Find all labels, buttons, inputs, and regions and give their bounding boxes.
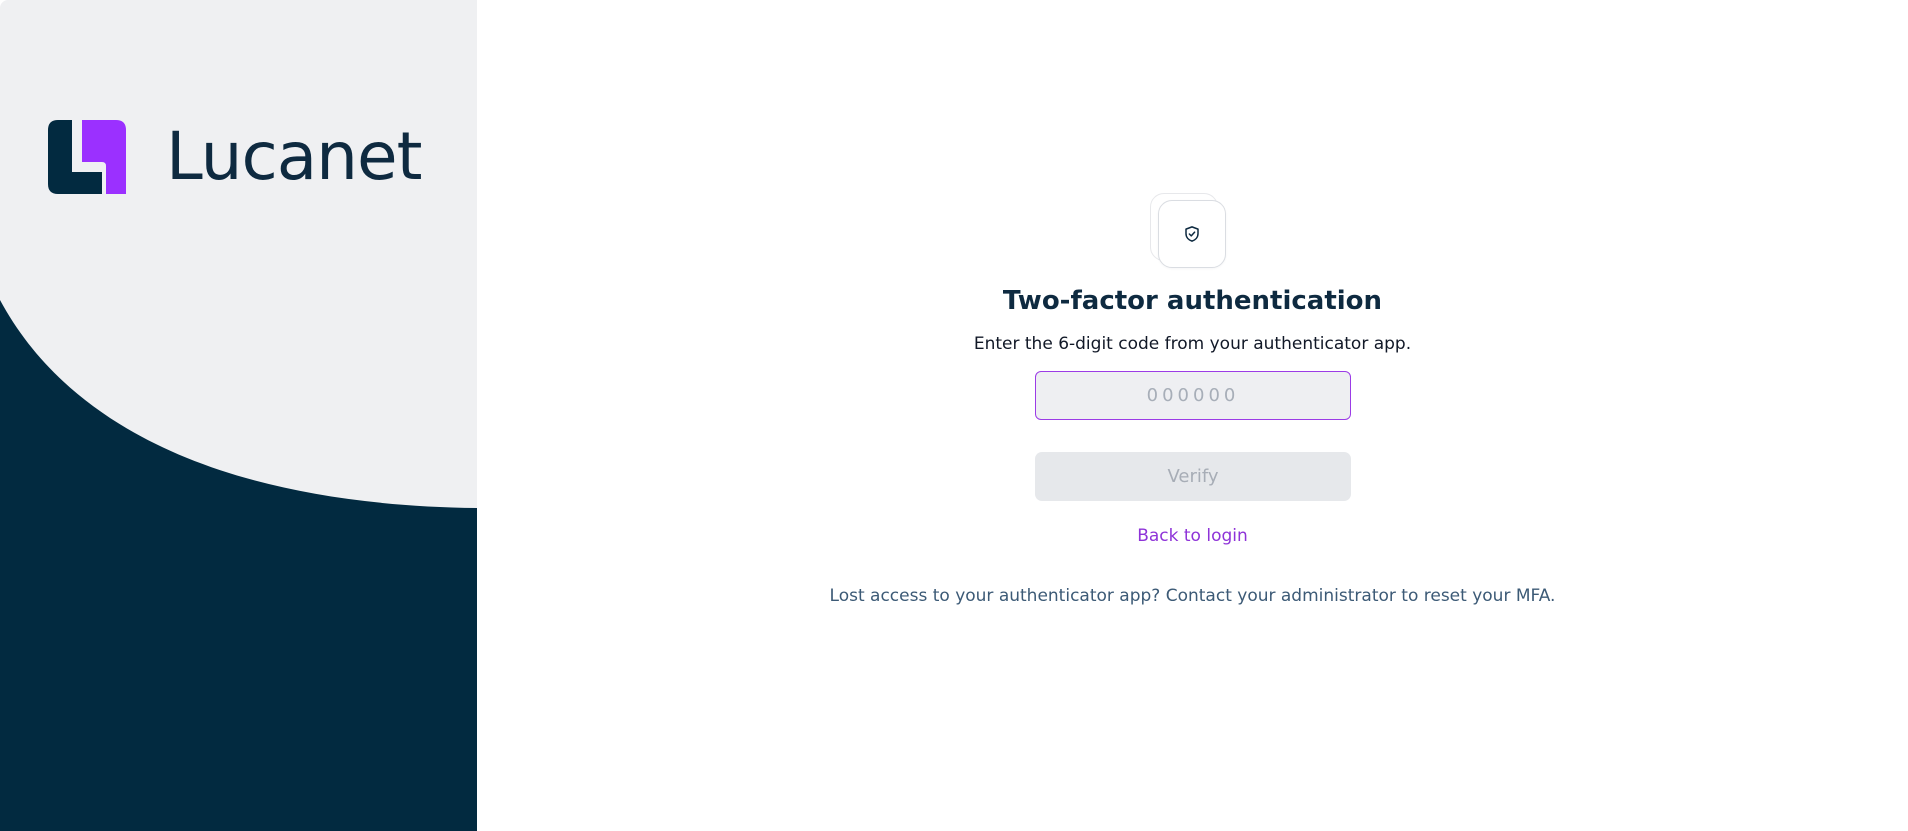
instructions-text: Enter the 6-digit code from your authent… — [973, 334, 1412, 354]
brand-name: Lucanet — [166, 118, 422, 195]
shield-check-icon — [1185, 226, 1199, 242]
otp-code-input[interactable] — [1035, 371, 1351, 420]
mfa-form: Two-factor authentication Enter the 6-di… — [477, 0, 1908, 831]
shield-badge — [1150, 193, 1230, 269]
page-title: Two-factor authentication — [1002, 286, 1383, 316]
back-to-login-link[interactable]: Back to login — [1137, 526, 1248, 546]
mfa-page: Lucanet Two-factor authentication Enter … — [0, 0, 1908, 831]
lost-access-help-text: Lost access to your authenticator app? C… — [829, 586, 1556, 606]
verify-button[interactable]: Verify — [1035, 452, 1351, 501]
lucanet-logo-mark — [48, 120, 126, 194]
brand-panel: Lucanet — [0, 0, 477, 831]
mfa-content: Two-factor authentication Enter the 6-di… — [477, 0, 1908, 831]
badge-card — [1158, 200, 1226, 268]
brand-logo: Lucanet — [48, 120, 428, 194]
back-link-row: Back to login — [477, 524, 1908, 548]
